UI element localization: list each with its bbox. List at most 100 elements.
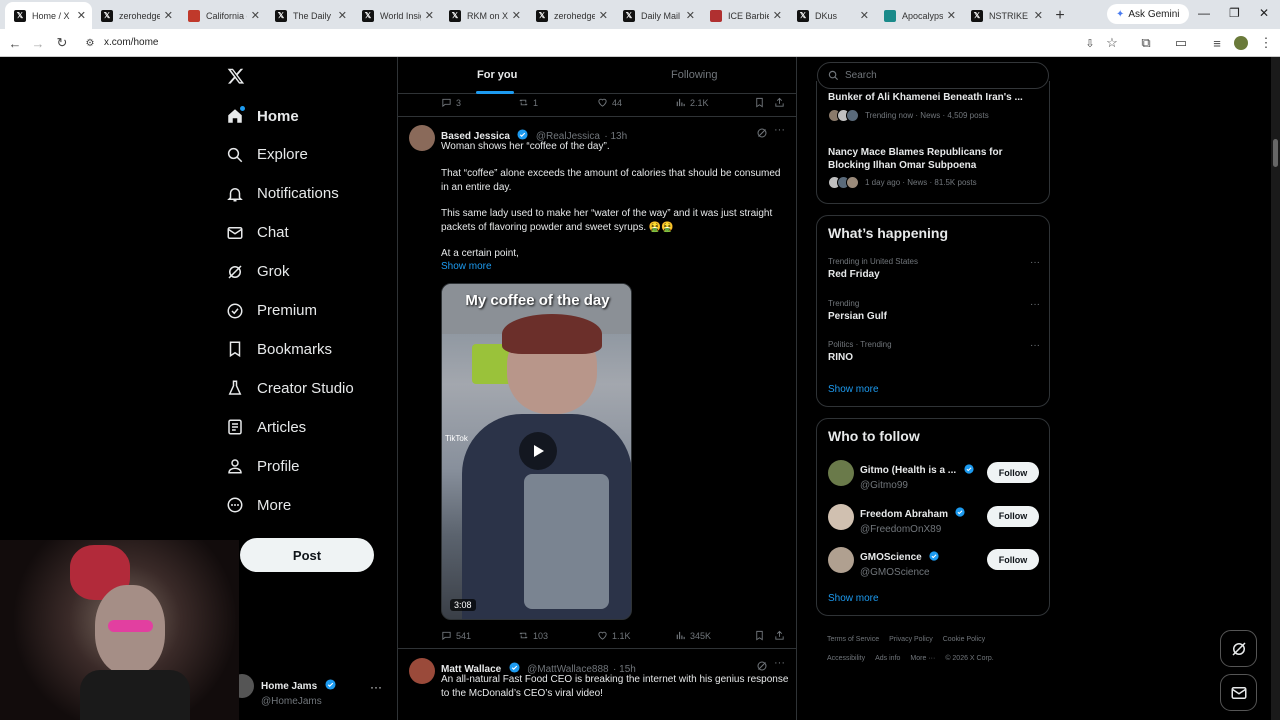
browser-tab[interactable]: Apocalypse ✕ [875, 2, 962, 29]
trend-more-icon[interactable]: ··· [1030, 340, 1040, 351]
follow-show-more[interactable]: Show more [828, 593, 879, 604]
bookmark-icon[interactable] [754, 97, 769, 108]
share-icon[interactable] [774, 630, 789, 641]
footer-link[interactable]: More ··· [910, 655, 935, 662]
follow-suggestion[interactable]: GMOScience @GMOScience Follow [817, 547, 1049, 587]
minimize-button[interactable]: — [1198, 6, 1210, 20]
nav-item-chat[interactable]: Chat [226, 218, 289, 248]
follow-button[interactable]: Follow [987, 549, 1039, 570]
split-view-icon[interactable]: ▭ [1172, 34, 1190, 52]
browser-tab[interactable]: ICE Barbie ✕ [701, 2, 788, 29]
tab-for-you[interactable]: For you [477, 69, 517, 81]
news-item[interactable]: Nancy Mace Blames Republicans for Blocki… [828, 146, 1038, 189]
forward-icon[interactable]: → [29, 34, 47, 52]
tab-close-icon[interactable]: ✕ [338, 9, 347, 22]
browser-tab[interactable]: 𝕏 Daily Mail ✕ [614, 2, 701, 29]
post-more-icon[interactable]: ··· [774, 124, 785, 136]
trend-item[interactable]: Politics · Trending RINO ··· [828, 340, 1040, 364]
post-replies-button[interactable]: 3 [441, 97, 461, 108]
browser-menu-icon[interactable]: ⋮ [1257, 34, 1275, 52]
browser-tab[interactable]: California g ✕ [179, 2, 266, 29]
tab-close-icon[interactable]: ✕ [686, 9, 695, 22]
tab-close-icon[interactable]: ✕ [77, 9, 86, 22]
footer-link[interactable]: Accessibility [827, 655, 865, 662]
page-scrollbar[interactable] [1271, 57, 1280, 720]
follow-button[interactable]: Follow [987, 505, 1039, 527]
trend-item[interactable]: Trending in United States Red Friday ··· [828, 257, 1040, 281]
browser-tab[interactable]: 𝕏 World Insig ✕ [353, 2, 440, 29]
post-likes-button[interactable]: 1.1K [597, 630, 631, 641]
grok-fab-icon[interactable] [1220, 630, 1257, 667]
avatar[interactable] [828, 460, 854, 486]
scrollbar-thumb[interactable] [1273, 139, 1278, 167]
follow-name[interactable]: Gitmo (Health is a ... [860, 465, 956, 476]
nav-item-notifications[interactable]: Notifications [226, 179, 339, 209]
share-icon[interactable] [774, 97, 789, 108]
news-item[interactable]: Bunker of Ali Khamenei Beneath Iran's ..… [828, 91, 1038, 122]
install-app-icon[interactable]: ⇩ [1081, 34, 1099, 52]
bookmark-icon[interactable] [754, 630, 769, 641]
avatar[interactable] [828, 547, 854, 573]
follow-button[interactable]: Follow [987, 462, 1039, 483]
post-more-icon[interactable]: ··· [774, 657, 785, 669]
ask-gemini-button[interactable]: ✦ Ask Gemini [1107, 4, 1189, 24]
post-button[interactable]: Post [240, 538, 374, 572]
nav-item-home[interactable]: Home [226, 101, 299, 131]
footer-link[interactable]: Ads info [875, 655, 900, 662]
post-likes-button[interactable]: 44 [597, 97, 622, 108]
follow-name[interactable]: GMOScience [860, 552, 922, 563]
browser-tab[interactable]: 𝕏 DKus ✕ [788, 2, 875, 29]
browser-tab[interactable]: 𝕏 RKM on X: ✕ [440, 2, 527, 29]
nav-item-bookmarks[interactable]: Bookmarks [226, 334, 332, 364]
follow-suggestion[interactable]: Gitmo (Health is a ... @Gitmo99 Follow [817, 460, 1049, 500]
nav-item-premium[interactable]: Premium [226, 296, 317, 326]
close-window-button[interactable]: ✕ [1259, 6, 1269, 20]
profile-avatar-icon[interactable] [1232, 34, 1250, 52]
nav-item-explore[interactable]: Explore [226, 140, 308, 170]
footer-link[interactable]: Cookie Policy [943, 636, 985, 643]
avatar[interactable] [409, 125, 435, 151]
tab-close-icon[interactable]: ✕ [860, 9, 869, 22]
nav-item-articles[interactable]: Articles [226, 412, 306, 442]
media-icon[interactable]: ≡ [1208, 34, 1226, 52]
nav-item-more[interactable]: More [226, 490, 291, 520]
browser-tab[interactable]: 𝕏 zerohedge ✕ [527, 2, 614, 29]
account-switcher[interactable]: Home Jams @HomeJams [261, 676, 339, 707]
nav-item-creator-studio[interactable]: Creator Studio [226, 373, 354, 403]
tab-close-icon[interactable]: ✕ [1034, 9, 1043, 22]
tab-following[interactable]: Following [671, 69, 717, 81]
avatar[interactable] [409, 658, 435, 684]
tab-close-icon[interactable]: ✕ [947, 9, 956, 22]
nav-item-profile[interactable]: Profile [226, 451, 300, 481]
avatar[interactable] [828, 503, 854, 530]
follow-suggestion[interactable]: Freedom Abraham @FreedomOnX89 Follow [817, 503, 1049, 544]
footer-link[interactable]: Terms of Service [827, 636, 879, 643]
back-icon[interactable]: ← [6, 34, 24, 52]
tab-close-icon[interactable]: ✕ [251, 9, 260, 22]
play-icon[interactable] [519, 432, 557, 470]
video-player[interactable]: My coffee of the day TikTok 3:08 [441, 283, 632, 620]
x-logo-icon[interactable] [227, 67, 245, 90]
bookmark-star-icon[interactable]: ☆ [1103, 34, 1121, 52]
reload-icon[interactable]: ↻ [53, 34, 71, 52]
browser-tab[interactable]: 𝕏 zerohedge ✕ [92, 2, 179, 29]
tab-close-icon[interactable]: ✕ [164, 9, 173, 22]
tab-close-icon[interactable]: ✕ [512, 9, 521, 22]
new-tab-button[interactable]: + [1049, 2, 1071, 29]
maximize-button[interactable]: ❐ [1229, 6, 1240, 20]
nav-item-grok[interactable]: Grok [226, 257, 290, 287]
trend-item[interactable]: Trending Persian Gulf ··· [828, 299, 1040, 323]
trends-show-more[interactable]: Show more [828, 384, 879, 395]
post-reposts-button[interactable]: 103 [518, 630, 548, 641]
tab-close-icon[interactable]: ✕ [773, 9, 782, 22]
post-views-button[interactable]: 345K [675, 630, 711, 641]
trend-more-icon[interactable]: ··· [1030, 257, 1040, 268]
post-views-button[interactable]: 2.1K [675, 97, 709, 108]
tab-close-icon[interactable]: ✕ [599, 9, 608, 22]
messages-fab-icon[interactable] [1220, 674, 1257, 711]
extensions-icon[interactable]: ⧉ [1137, 34, 1155, 52]
footer-link[interactable]: Privacy Policy [889, 636, 933, 643]
show-more-link[interactable]: Show more [441, 260, 791, 274]
site-info-icon[interactable]: ⚙ [81, 34, 99, 52]
post-reposts-button[interactable]: 1 [518, 97, 538, 108]
